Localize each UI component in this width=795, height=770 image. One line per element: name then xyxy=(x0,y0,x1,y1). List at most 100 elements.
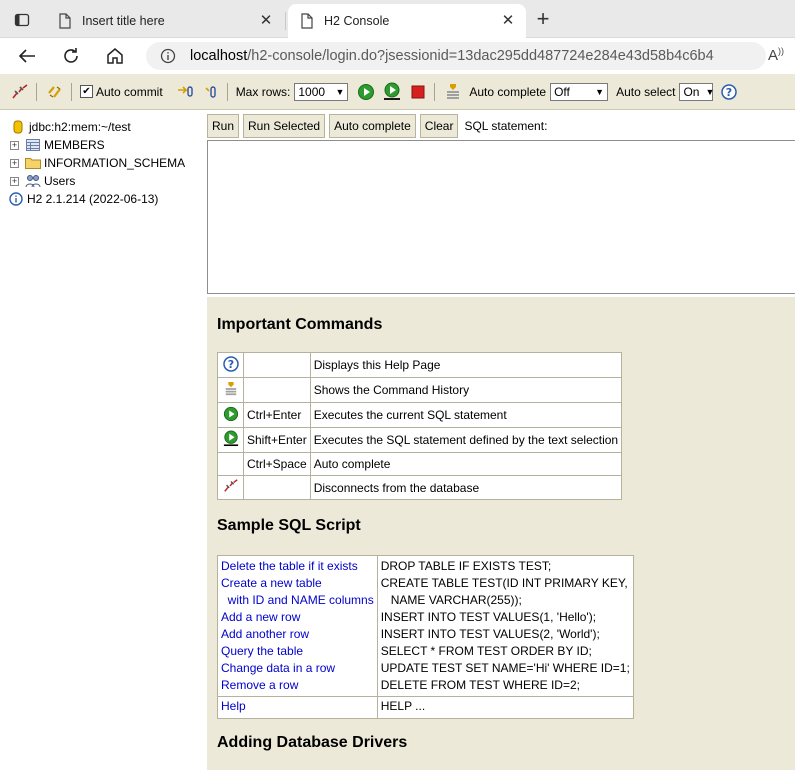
tab-actions-button[interactable] xyxy=(8,8,36,32)
address-bar-row: localhost/h2-console/login.do?jsessionid… xyxy=(0,38,795,74)
script-link[interactable]: Create a new table xyxy=(221,576,322,590)
run-button[interactable]: Run xyxy=(207,114,240,138)
chevron-down-icon: ▼ xyxy=(705,86,715,97)
auto-complete-value: Off xyxy=(554,84,570,99)
stop-icon[interactable] xyxy=(408,82,428,102)
sql-line: UPDATE TEST SET NAME='Hi' WHERE ID=1; xyxy=(380,661,630,675)
expand-icon[interactable]: + xyxy=(10,158,19,168)
page-icon xyxy=(301,13,313,29)
tree-version: H2 2.1.214 (2022-06-13) xyxy=(0,190,205,208)
version-label: H2 2.1.214 (2022-06-13) xyxy=(27,192,159,206)
auto-select-label: Auto select xyxy=(616,84,676,99)
folder-icon xyxy=(25,155,41,171)
checkbox-icon[interactable]: ✔ xyxy=(80,85,93,98)
tab-divider xyxy=(285,12,286,30)
back-icon[interactable] xyxy=(14,44,40,68)
auto-complete-select[interactable]: Off ▼ xyxy=(550,82,609,101)
command-desc: Shows the Command History xyxy=(309,377,623,403)
run-icon[interactable] xyxy=(356,82,376,102)
tree-item-label: Users xyxy=(44,174,76,188)
tab-h2-console[interactable]: H2 Console ✕ xyxy=(288,4,526,38)
tree-item-members[interactable]: + MEMBERS xyxy=(0,136,205,154)
page-icon xyxy=(59,13,71,29)
history-icon xyxy=(217,377,244,403)
help-link[interactable]: Help xyxy=(221,699,246,713)
tree-item-information-schema[interactable]: + INFORMATION_SCHEMA xyxy=(0,154,205,172)
rollback-icon[interactable] xyxy=(201,82,221,102)
browser-tab-strip: Insert title here ✕ H2 Console ✕ + xyxy=(0,0,795,38)
auto-commit-label: Auto commit xyxy=(96,84,163,99)
max-rows-label: Max rows: xyxy=(235,84,291,99)
svg-text:?: ? xyxy=(726,86,732,99)
toolbar-separator xyxy=(434,82,436,101)
auto-select-select[interactable]: On ▼ xyxy=(679,82,715,101)
disconnect-icon xyxy=(217,475,244,500)
help-icon[interactable]: ? xyxy=(719,82,739,102)
max-rows-value: 1000 xyxy=(298,84,326,99)
script-link[interactable]: Delete the table if it exists xyxy=(221,559,358,573)
site-info-icon[interactable] xyxy=(160,48,176,64)
table-row: Ctrl+Enter Executes the current SQL stat… xyxy=(217,402,623,428)
history-icon[interactable] xyxy=(443,82,463,102)
connection-label: jdbc:h2:mem:~/test xyxy=(29,120,131,134)
sql-editor[interactable] xyxy=(207,140,795,294)
table-row: Shift+Enter Executes the SQL statement d… xyxy=(217,427,623,453)
empty-icon-cell xyxy=(217,452,244,476)
tab-title: H2 Console xyxy=(324,14,390,28)
h2-toolbar: ✔ Auto commit Max rows: 1000 ▼ Auto comp… xyxy=(0,74,795,110)
clear-button[interactable]: Clear xyxy=(419,114,459,138)
toolbar-separator xyxy=(226,82,228,101)
auto-commit-checkbox[interactable]: ✔ Auto commit xyxy=(80,85,167,99)
new-tab-icon[interactable]: + xyxy=(531,8,555,32)
command-key xyxy=(243,475,311,500)
close-tab-icon[interactable]: ✕ xyxy=(500,13,516,29)
script-link[interactable]: Add another row xyxy=(221,627,309,641)
sql-line: INSERT INTO TEST VALUES(2, 'World'); xyxy=(380,627,600,641)
script-link[interactable]: Add a new row xyxy=(221,610,300,624)
run-selected-button[interactable]: Run Selected xyxy=(243,114,326,138)
sql-line: SELECT * FROM TEST ORDER BY ID; xyxy=(380,644,592,658)
commit-icon[interactable] xyxy=(175,82,195,102)
disconnect-icon[interactable] xyxy=(10,82,30,102)
command-desc: Disconnects from the database xyxy=(309,475,623,500)
reload-icon[interactable] xyxy=(58,44,84,68)
max-rows-select[interactable]: 1000 ▼ xyxy=(294,82,349,101)
commands-table: ? Displays this Help Page Shows the Comm… xyxy=(217,352,623,500)
tab-insert-title[interactable]: Insert title here ✕ xyxy=(46,4,284,38)
table-row: Ctrl+Space Auto complete xyxy=(217,452,623,476)
script-link[interactable]: with ID and NAME columns xyxy=(221,593,374,607)
sql-panel: Run Run Selected Auto complete Clear SQL… xyxy=(205,110,795,297)
script-link[interactable]: Change data in a row xyxy=(221,661,335,675)
run-selected-icon xyxy=(217,427,244,453)
chevron-down-icon: ▼ xyxy=(335,86,345,97)
close-tab-icon[interactable]: ✕ xyxy=(258,13,274,29)
expand-icon[interactable]: + xyxy=(10,140,19,150)
run-selected-icon[interactable] xyxy=(382,82,402,102)
svg-text:?: ? xyxy=(227,358,233,371)
tab-actions-icon xyxy=(14,13,30,27)
url-field[interactable]: localhost/h2-console/login.do?jsessionid… xyxy=(146,42,766,70)
adding-drivers-heading: Adding Database Drivers xyxy=(217,734,408,751)
read-aloud-icon[interactable]: A)) xyxy=(768,46,784,64)
auto-complete-button[interactable]: Auto complete xyxy=(329,114,416,138)
tree-item-users[interactable]: + Users xyxy=(0,172,205,190)
tree-item-label: MEMBERS xyxy=(44,138,105,152)
tab-title: Insert title here xyxy=(82,14,165,28)
auto-complete-label: Auto complete xyxy=(469,84,547,99)
expand-icon[interactable]: + xyxy=(10,176,19,186)
users-icon xyxy=(25,173,41,189)
refresh-icon[interactable] xyxy=(45,82,65,102)
sql-line: DELETE FROM TEST WHERE ID=2; xyxy=(380,678,580,692)
sql-line: NAME VARCHAR(255)); xyxy=(380,593,522,607)
tree-connection[interactable]: jdbc:h2:mem:~/test xyxy=(0,118,205,136)
auto-select-value: On xyxy=(683,84,700,99)
table-row: Disconnects from the database xyxy=(217,475,623,500)
command-desc: Executes the current SQL statement xyxy=(309,402,623,428)
toolbar-separator xyxy=(36,82,37,101)
sql-line: CREATE TABLE TEST(ID INT PRIMARY KEY, xyxy=(380,576,628,590)
script-link[interactable]: Query the table xyxy=(221,644,303,658)
chevron-down-icon: ▼ xyxy=(595,86,605,97)
home-icon[interactable] xyxy=(102,44,128,68)
tree-item-label: INFORMATION_SCHEMA xyxy=(44,156,186,170)
script-link[interactable]: Remove a row xyxy=(221,678,298,692)
